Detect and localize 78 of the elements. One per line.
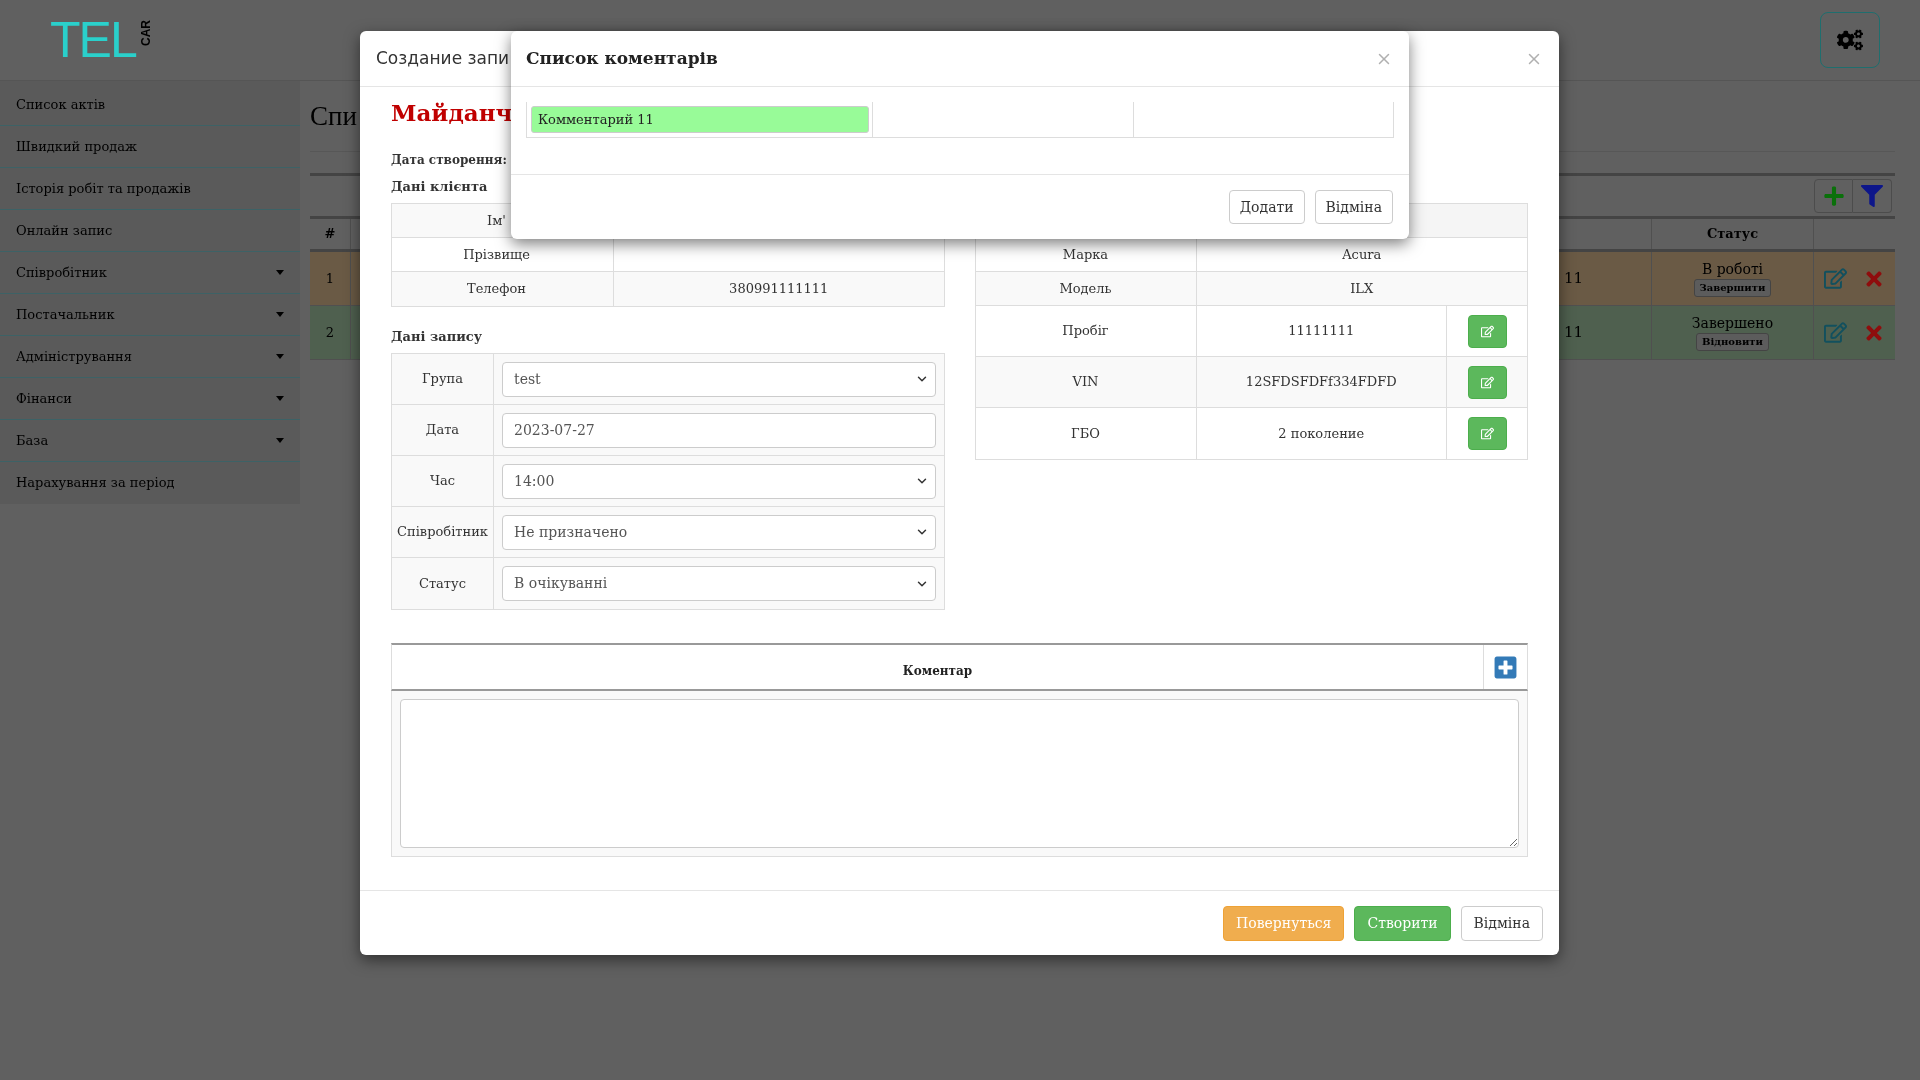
edit-icon	[1480, 324, 1494, 338]
settings-button[interactable]	[1820, 12, 1880, 68]
add-comment-button[interactable]	[1493, 655, 1518, 680]
row-label: Група	[422, 370, 463, 389]
row-label: Статус	[419, 574, 466, 593]
sidebar-item[interactable]: Адміністрування	[0, 336, 300, 378]
row-value: 2 поколение	[1278, 424, 1365, 443]
edit-icon	[1480, 375, 1494, 389]
add-button[interactable]	[1814, 179, 1853, 213]
row-value: 380991111111	[729, 280, 829, 299]
plus-icon	[1822, 185, 1845, 207]
page-title: Спи	[310, 102, 357, 130]
dialog-title: Список коментарів	[526, 46, 718, 70]
sidebar-item[interactable]: Співробітник	[0, 252, 300, 294]
dropdown[interactable]: 14:00	[502, 463, 936, 499]
edit-icon	[1824, 267, 1847, 290]
filter-icon	[1861, 185, 1883, 207]
cancel-button[interactable]: Відміна	[1460, 905, 1543, 941]
sidebar-item[interactable]: Список актів	[0, 84, 300, 126]
cell-text: 11	[1564, 268, 1584, 290]
sidebar-item[interactable]: Онлайн запис	[0, 210, 300, 252]
dropdown[interactable]: Не призначено	[502, 514, 936, 550]
row-number: 2	[325, 323, 335, 342]
edit-button[interactable]	[1467, 365, 1507, 399]
date-field[interactable]: 2023-07-27	[502, 412, 936, 448]
dropdown[interactable]: test	[502, 361, 936, 397]
row-label: VIN	[1072, 373, 1099, 392]
filter-button[interactable]	[1853, 179, 1892, 213]
add-button[interactable]: Додати	[1228, 190, 1305, 224]
cancel-button[interactable]: Відміна	[1314, 190, 1393, 224]
row-label: Модель	[1059, 279, 1112, 298]
status-action-button[interactable]: Завершити	[1693, 278, 1772, 297]
row-label: Прізвище	[463, 245, 530, 264]
edit-icon	[1480, 427, 1494, 440]
dropdown[interactable]: В очікуванні	[502, 566, 936, 601]
row-number: 1	[325, 269, 335, 288]
row-label: Телефон	[467, 280, 526, 299]
column-header: Коментар	[902, 664, 973, 679]
dialog-heading: Майданч	[391, 98, 513, 128]
row-label: Марка	[1062, 245, 1109, 264]
comment-field[interactable]: Комментарий 11	[531, 106, 869, 133]
status-text: В роботі	[1701, 260, 1764, 278]
row-label: Дата	[425, 421, 460, 440]
plus-icon	[1493, 655, 1518, 680]
row-value: Acura	[1342, 245, 1382, 264]
edit-button[interactable]	[1824, 321, 1847, 344]
edit-button[interactable]	[1467, 314, 1507, 348]
row-value: 11111111	[1288, 322, 1355, 341]
sidebar-item[interactable]: Швидкий продаж	[0, 126, 300, 168]
settings-icon	[1837, 27, 1863, 53]
back-button[interactable]: Повернуться	[1223, 905, 1345, 941]
status-text: Завершено	[1691, 314, 1774, 332]
section-title: Дані клієнта	[391, 178, 488, 197]
sidebar-item[interactable]: Постачальник	[0, 294, 300, 336]
sidebar-item[interactable]: Нарахування за період	[0, 462, 300, 504]
section-title: Дані запису	[391, 328, 483, 347]
sidebar-item[interactable]: База	[0, 420, 300, 462]
field-label: Дата створення:	[391, 152, 507, 169]
row-label: Ім'	[487, 211, 506, 230]
status-action-button[interactable]: Відновити	[1696, 332, 1769, 351]
row-label: Час	[429, 472, 456, 491]
logo-wordmark: TEL	[50, 20, 136, 60]
sidebar-item[interactable]: Фінанси	[0, 378, 300, 420]
column-header: #	[324, 225, 336, 244]
row-label: Пробіг	[1062, 322, 1109, 341]
logo-tagline: CAR	[139, 20, 152, 46]
row-value: 12SFDSFDFf334FDFD	[1245, 373, 1397, 392]
edit-button[interactable]	[1824, 267, 1847, 290]
row-label: ГБО	[1071, 424, 1100, 443]
edit-button[interactable]	[1467, 417, 1507, 450]
column-header: Статус	[1706, 225, 1759, 244]
row-value: ILX	[1350, 279, 1374, 298]
dialog-title: Создание запи	[376, 46, 510, 70]
cell-text: 11	[1564, 322, 1584, 344]
sidebar-item[interactable]: Історія робіт та продажів	[0, 168, 300, 210]
create-button[interactable]: Створити	[1354, 905, 1451, 941]
row-label: Співробітник	[397, 523, 488, 542]
edit-icon	[1824, 321, 1847, 344]
